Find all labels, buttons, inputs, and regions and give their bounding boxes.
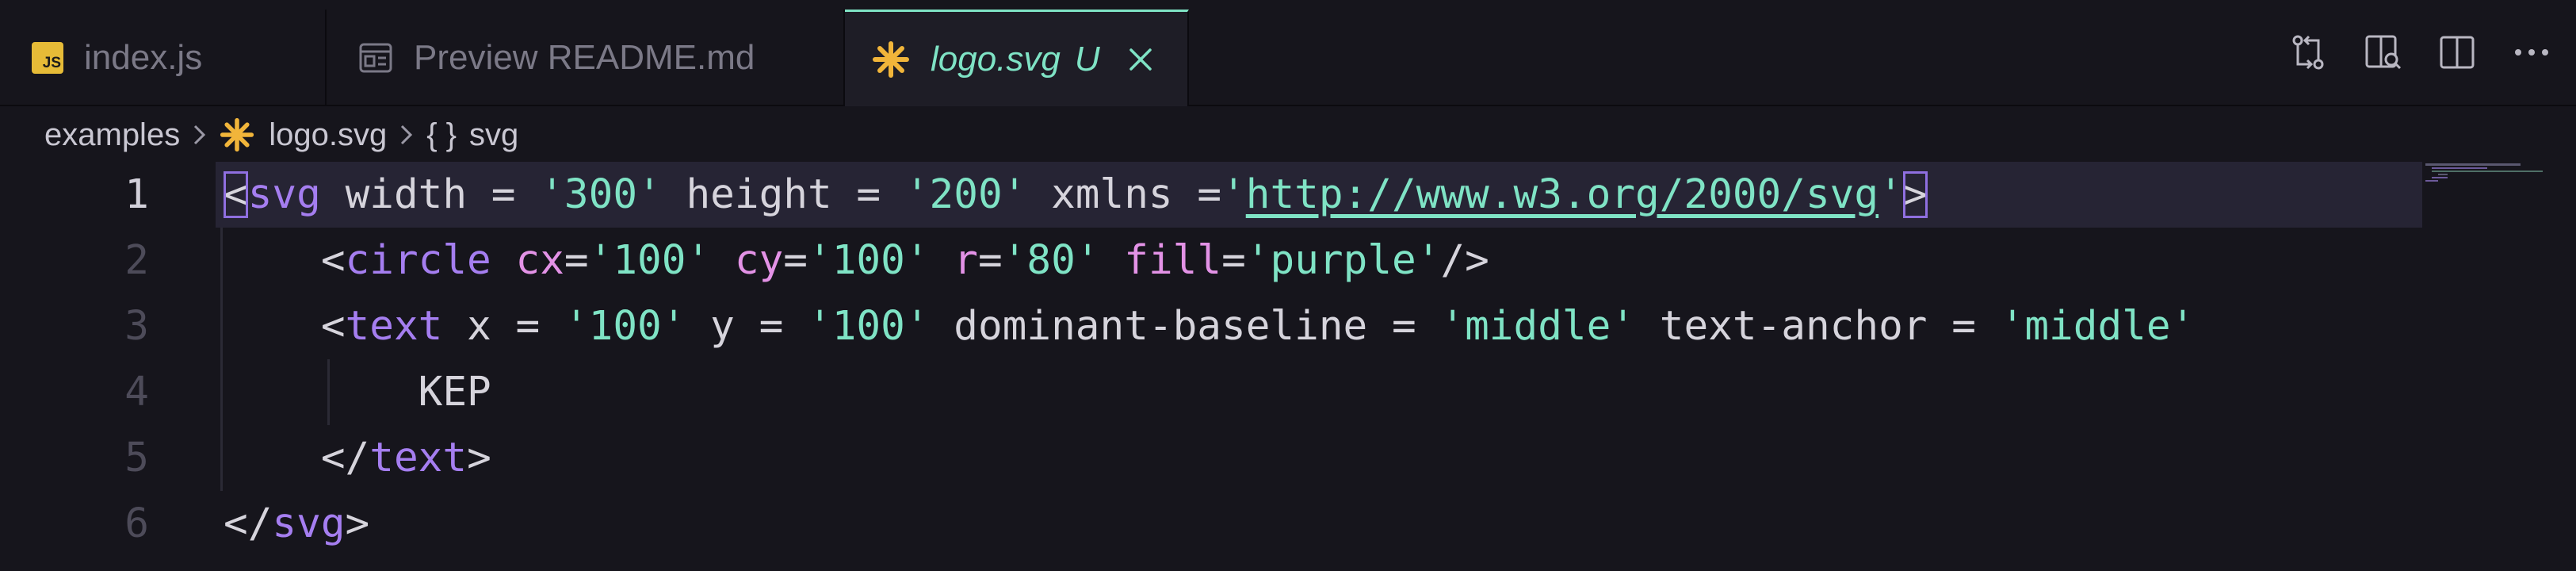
split-editor-icon[interactable] <box>2436 32 2478 73</box>
code-line: 6 </svg> <box>0 491 2576 557</box>
code-line: 4 KEP <box>0 359 2576 425</box>
line-number: 6 <box>124 500 149 547</box>
chevron-right-icon <box>398 123 415 147</box>
code-text: </text> <box>224 435 491 481</box>
symbol-braces-icon: { } <box>426 117 457 152</box>
javascript-file-icon: JS <box>32 42 63 74</box>
code-line: 2 <circle cx='100' cy='100' r='80' fill=… <box>0 228 2576 293</box>
code-text: <circle cx='100' cy='100' r='80' fill='p… <box>224 237 1489 284</box>
breadcrumb-file[interactable]: logo.svg <box>269 117 387 153</box>
breadcrumb-folder[interactable]: examples <box>44 117 180 153</box>
code-text: KEP <box>418 369 491 416</box>
chevron-right-icon <box>191 123 208 147</box>
tab-logo-svg[interactable]: logo.svg U <box>845 10 1189 106</box>
code-line: 1 <svg width = '300' height = '200' xmln… <box>0 162 2576 228</box>
close-icon[interactable] <box>1127 46 1154 73</box>
tab-preview-readme[interactable]: Preview README.md <box>327 10 845 106</box>
code-text: </svg> <box>224 500 370 547</box>
tab-label: logo.svg <box>931 39 1061 79</box>
line-number: 3 <box>124 303 149 350</box>
editor-tab-bar: JS index.js Preview README.md logo.svg U <box>0 0 2576 106</box>
minimap[interactable] <box>2425 162 2544 186</box>
tab-label: index.js <box>84 38 203 77</box>
indent-guide <box>220 293 223 359</box>
indent-guide <box>220 425 223 491</box>
open-preview-icon[interactable] <box>2362 32 2403 73</box>
line-number: 2 <box>124 237 149 284</box>
breadcrumb: examples logo.svg { } svg <box>44 111 518 159</box>
url-link[interactable]: http://www.w3.org/2000/svg <box>1246 171 1878 218</box>
indent-guide <box>220 228 223 293</box>
line-number: 5 <box>124 435 149 481</box>
tab-label: Preview README.md <box>414 38 755 77</box>
code-text: <text x = '100' y = '100' dominant-basel… <box>224 303 2196 350</box>
code-line: 3 <text x = '100' y = '100' dominant-bas… <box>0 293 2576 359</box>
untracked-badge: U <box>1074 39 1100 79</box>
breadcrumb-symbol[interactable]: svg <box>469 117 518 153</box>
svg-file-icon <box>220 117 254 152</box>
editor-actions <box>2287 32 2552 73</box>
line-number: 4 <box>124 369 149 416</box>
code-editor[interactable]: 1 <svg width = '300' height = '200' xmln… <box>0 162 2576 571</box>
svg-file-icon <box>872 40 910 79</box>
code-text: <svg width = '300' height = '200' xmlns … <box>224 171 1928 218</box>
line-number: 1 <box>124 171 149 218</box>
source-control-compare-icon[interactable] <box>2287 32 2329 73</box>
preview-icon <box>358 42 393 74</box>
more-actions-icon[interactable] <box>2511 32 2552 73</box>
tab-index-js[interactable]: JS index.js <box>0 10 327 106</box>
indent-guide <box>220 359 223 425</box>
code-line: 5 </text> <box>0 425 2576 491</box>
